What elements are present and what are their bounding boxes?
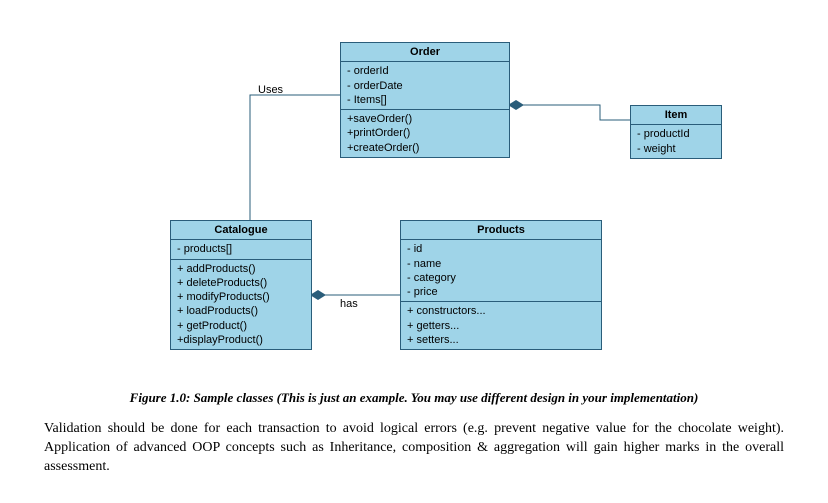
class-methods: +saveOrder() +printOrder() +createOrder(… (341, 110, 509, 157)
figure-caption: Figure 1.0: Sample classes (This is just… (40, 390, 788, 406)
class-title: Item (631, 106, 721, 125)
body-paragraph: Validation should be done for each trans… (44, 420, 784, 477)
class-products: Products - id - name - category - price … (400, 220, 602, 350)
class-methods: + constructors... + getters... + setters… (401, 302, 601, 349)
class-item: Item - productId - weight (630, 105, 722, 159)
class-catalogue: Catalogue - products[] + addProducts() +… (170, 220, 312, 350)
class-order: Order - orderId - orderDate - Items[] +s… (340, 42, 510, 158)
class-title: Products (401, 221, 601, 240)
class-title: Catalogue (171, 221, 311, 240)
uml-diagram: Order - orderId - orderDate - Items[] +s… (40, 20, 788, 380)
class-attributes: - id - name - category - price (401, 240, 601, 302)
class-attributes: - orderId - orderDate - Items[] (341, 62, 509, 110)
class-methods: + addProducts() + deleteProducts() + mod… (171, 260, 311, 350)
rel-label-has: has (340, 298, 358, 310)
class-attributes: - products[] (171, 240, 311, 259)
rel-label-uses: Uses (258, 84, 283, 96)
class-attributes: - productId - weight (631, 125, 721, 158)
class-title: Order (341, 43, 509, 62)
